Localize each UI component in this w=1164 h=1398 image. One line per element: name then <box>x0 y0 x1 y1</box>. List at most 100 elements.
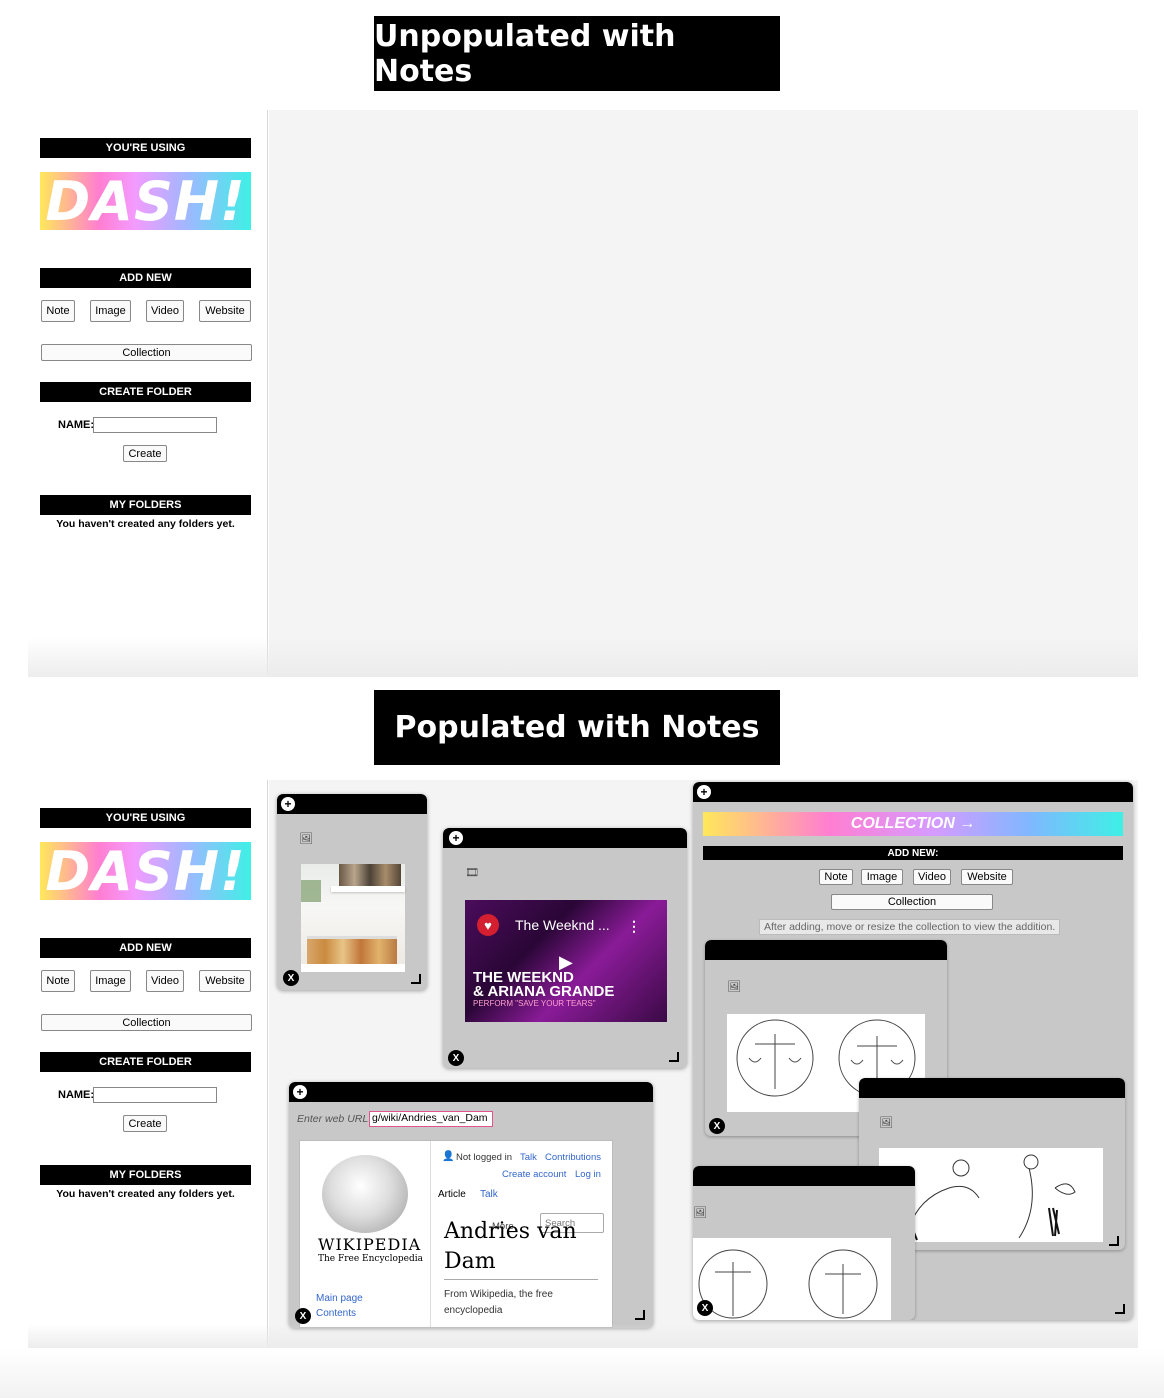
add-to-folder-button[interactable]: + <box>281 797 295 811</box>
create-account-link[interactable]: Create account <box>502 1169 566 1180</box>
add-collection-button[interactable]: Collection <box>41 344 252 361</box>
create-folder-button[interactable]: Create <box>123 445 167 462</box>
delete-note-button[interactable]: X <box>448 1050 464 1066</box>
user-icon: 👤 <box>442 1151 455 1162</box>
dash-logo: DASH! <box>40 839 251 903</box>
add-collection-button[interactable]: Collection <box>41 1014 252 1031</box>
add-new-header: ADD NEW <box>40 268 251 288</box>
note-drag-handle[interactable] <box>693 1166 915 1186</box>
delete-note-button[interactable]: X <box>295 1308 311 1324</box>
image-icon: 🖼 <box>879 1117 893 1129</box>
add-video-button[interactable]: Video <box>146 300 184 322</box>
note-drag-handle[interactable]: + <box>693 782 1133 802</box>
add-to-folder-button[interactable]: + <box>293 1085 307 1099</box>
resize-handle[interactable] <box>1109 1236 1119 1246</box>
nav-main-page[interactable]: Main page <box>316 1293 363 1304</box>
sidebar: YOU'RE USING DASH! ADD NEW Note Image Vi… <box>28 780 268 1348</box>
collection-add-note-button[interactable]: Note <box>819 869 853 885</box>
delete-note-button[interactable]: X <box>697 1300 713 1316</box>
iheart-logo-icon: ♥ <box>477 914 499 936</box>
contributions-link[interactable]: Contributions <box>545 1152 601 1163</box>
notes-canvas[interactable]: + 🖼 X + 🎞 ♥ The Weeknd ... ⋮ ▶ THE WEEKN… <box>269 780 1138 1348</box>
not-logged-in: Not logged in <box>456 1152 512 1163</box>
tab-article[interactable]: Article <box>438 1189 466 1200</box>
video-overlay-line2: & ARIANA GRANDE <box>473 983 615 1000</box>
create-folder-header: CREATE FOLDER <box>40 382 251 402</box>
note-drag-handle[interactable] <box>705 940 947 960</box>
resize-handle[interactable] <box>635 1310 645 1320</box>
dash-logo-text: DASH! <box>45 169 246 233</box>
note-drag-handle[interactable]: + <box>289 1082 653 1102</box>
url-input[interactable]: g/wiki/Andries_van_Dam <box>369 1111 493 1127</box>
collection-add-new-header: ADD NEW: <box>703 846 1123 860</box>
dash-logo-text: DASH! <box>45 839 246 903</box>
video-note[interactable]: + 🎞 ♥ The Weeknd ... ⋮ ▶ THE WEEKND & AR… <box>443 828 687 1068</box>
note-drag-handle[interactable]: + <box>277 794 427 814</box>
delete-note-button[interactable]: X <box>283 970 299 986</box>
pantry-image <box>301 864 405 972</box>
collection-add-image-button[interactable]: Image <box>861 869 903 885</box>
website-frame[interactable]: WIKIPEDIA The Free Encyclopedia Main pag… <box>299 1140 613 1328</box>
add-note-button[interactable]: Note <box>41 970 75 992</box>
resize-handle[interactable] <box>411 974 421 984</box>
resize-handle[interactable] <box>669 1052 679 1062</box>
add-to-folder-button[interactable]: + <box>697 785 711 799</box>
article-subtitle: From Wikipedia, the free <box>444 1289 553 1300</box>
video-menu-icon[interactable]: ⋮ <box>627 918 641 935</box>
video-title: The Weeknd ... <box>515 917 610 933</box>
collection-add-video-button[interactable]: Video <box>913 869 951 885</box>
collection-add-collection-button[interactable]: Collection <box>831 894 993 910</box>
video-icon: 🎞 <box>465 867 479 879</box>
dash-logo: DASH! <box>40 169 251 233</box>
create-folder-button[interactable]: Create <box>123 1115 167 1132</box>
collection-add-website-button[interactable]: Website <box>961 869 1013 885</box>
resize-handle[interactable] <box>1115 1304 1125 1314</box>
collection-image-note-3[interactable]: 🖼 X <box>693 1166 915 1320</box>
no-folders-text: You haven't created any folders yet. <box>56 518 235 530</box>
image-icon: 🖼 <box>299 833 313 845</box>
folder-name-input[interactable] <box>93 1087 217 1103</box>
note-drag-handle[interactable] <box>859 1078 1125 1098</box>
article-subtitle-2: encyclopedia <box>444 1305 503 1316</box>
add-video-button[interactable]: Video <box>146 970 184 992</box>
talk-link[interactable]: Talk <box>520 1152 537 1163</box>
app-populated: YOU'RE USING DASH! ADD NEW Note Image Vi… <box>28 780 1138 1348</box>
my-folders-header: MY FOLDERS <box>40 495 251 515</box>
add-website-button[interactable]: Website <box>199 970 251 992</box>
add-image-button[interactable]: Image <box>90 970 131 992</box>
add-new-header: ADD NEW <box>40 938 251 958</box>
add-to-folder-button[interactable]: + <box>449 831 463 845</box>
image-icon: 🖼 <box>727 981 741 993</box>
video-player[interactable]: ♥ The Weeknd ... ⋮ ▶ THE WEEKND & ARIANA… <box>465 900 667 1022</box>
section-title-unpopulated: Unpopulated with Notes <box>374 16 780 91</box>
article-heading-line1: Andries van <box>444 1219 577 1244</box>
collection-note[interactable]: + COLLECTION → ADD NEW: Note Image Video… <box>693 782 1133 1320</box>
note-drag-handle[interactable]: + <box>443 828 687 848</box>
log-in-link[interactable]: Log in <box>575 1169 601 1180</box>
collection-hint: After adding, move or resize the collect… <box>759 919 1061 935</box>
wikipedia-tagline: The Free Encyclopedia <box>318 1254 423 1264</box>
nav-contents[interactable]: Contents <box>316 1308 356 1319</box>
youre-using-header: YOU'RE USING <box>40 138 251 158</box>
video-overlay-line3: PERFORM "SAVE YOUR TEARS" <box>473 999 596 1008</box>
tab-talk[interactable]: Talk <box>480 1189 498 1200</box>
add-note-button[interactable]: Note <box>41 300 75 322</box>
delete-note-button[interactable]: X <box>709 1118 725 1134</box>
image-note[interactable]: + 🖼 X <box>277 794 427 990</box>
sidebar: YOU'RE USING DASH! ADD NEW Note Image Vi… <box>28 110 268 677</box>
add-image-button[interactable]: Image <box>90 300 131 322</box>
folder-name-label: NAME: <box>58 419 95 431</box>
folder-name-label: NAME: <box>58 1089 95 1101</box>
wikipedia-globe-icon <box>322 1155 408 1233</box>
add-website-button[interactable]: Website <box>199 300 251 322</box>
folder-name-input[interactable] <box>93 417 217 433</box>
no-folders-text: You haven't created any folders yet. <box>56 1188 235 1200</box>
section-title-populated: Populated with Notes <box>374 690 780 765</box>
scales-drawing-image-2 <box>693 1238 891 1320</box>
collection-title-bar: COLLECTION → <box>703 812 1123 836</box>
website-note[interactable]: + Enter web URL g/wiki/Andries_van_Dam W… <box>289 1082 653 1328</box>
my-folders-header: MY FOLDERS <box>40 1165 251 1185</box>
create-folder-header: CREATE FOLDER <box>40 1052 251 1072</box>
youre-using-header: YOU'RE USING <box>40 808 251 828</box>
notes-canvas-empty[interactable] <box>269 110 1138 677</box>
